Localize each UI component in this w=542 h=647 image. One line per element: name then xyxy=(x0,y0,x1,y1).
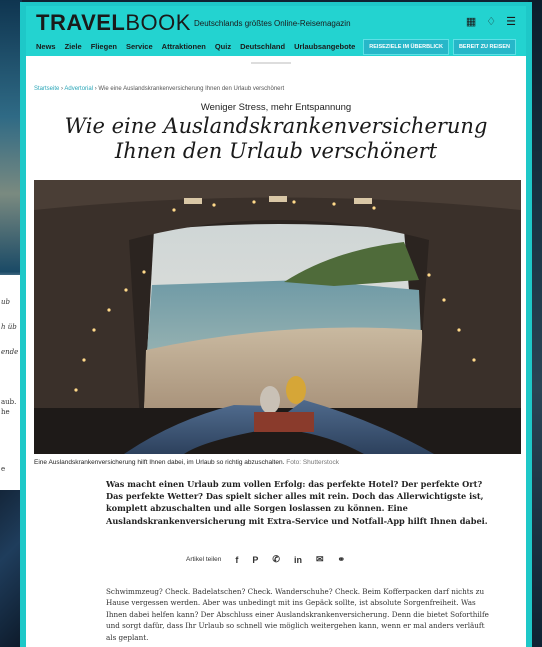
nav-item-attraktionen[interactable]: Attraktionen xyxy=(162,42,206,51)
ad-placeholder xyxy=(251,62,291,64)
email-icon[interactable]: ✉ xyxy=(316,554,324,565)
breadcrumb-current: Wie eine Auslandskrankenversicherung Ihn… xyxy=(98,86,285,92)
share-label: Artikel teilen xyxy=(186,556,222,563)
background-left-card: ub h üb ende aub. he e xyxy=(0,275,22,490)
article-page: Startseite › Advertorial › Wie eine Ausl… xyxy=(26,56,526,647)
grid-icon[interactable]: ▦ xyxy=(466,15,476,28)
bg-text-fragment: h üb xyxy=(1,323,17,331)
menu-icon[interactable]: ☰ xyxy=(506,15,516,28)
bg-text-fragment: ub xyxy=(1,298,10,306)
bg-text-fragment: he xyxy=(1,408,10,416)
article-headline: Wie eine Auslandskrankenversicherung Ihn… xyxy=(64,114,488,163)
nav-item-quiz[interactable]: Quiz xyxy=(215,42,231,51)
linkedin-icon[interactable]: in xyxy=(294,555,302,565)
nav-item-ziele[interactable]: Ziele xyxy=(65,42,82,51)
nav-item-urlaubsangebote[interactable]: Urlaubsangebote xyxy=(294,42,355,51)
nav-item-service[interactable]: Service xyxy=(126,42,153,51)
nav-item-deutschland[interactable]: Deutschland xyxy=(240,42,285,51)
pinterest-icon[interactable]: P xyxy=(252,555,258,565)
breadcrumb-section-link[interactable]: Advertorial xyxy=(64,86,93,92)
facebook-icon[interactable]: f xyxy=(235,555,238,565)
share-bar: Artikel teilen f P ✆ in ✉ ⚭ xyxy=(186,554,345,565)
bereit-zu-reisen-button[interactable]: BEREIT ZU REISEN xyxy=(452,39,516,55)
article-lead: Was macht einen Urlaub zum vollen Erfolg… xyxy=(106,479,488,526)
whatsapp-icon[interactable]: ✆ xyxy=(272,554,280,565)
site-header: TRAVELBOOK Deutschlands größtes Online-R… xyxy=(26,6,526,56)
article-body: Schwimmzeug? Check. Badelatschen? Check.… xyxy=(106,587,489,642)
background-left-dark-image xyxy=(0,490,22,647)
breadcrumb-home-link[interactable]: Startseite xyxy=(34,86,59,92)
main-nav: News Ziele Fliegen Service Attraktionen … xyxy=(36,42,355,51)
bg-text-fragment: aub. xyxy=(1,398,17,406)
breadcrumb: Startseite › Advertorial › Wie eine Ausl… xyxy=(34,86,285,92)
nav-item-news[interactable]: News xyxy=(36,42,56,51)
article-kicker: Weniger Stress, mehr Entspannung xyxy=(200,102,352,113)
header-buttons: REISEZIELE IM ÜBERBLICK BEREIT ZU REISEN xyxy=(363,39,516,55)
site-tagline: Deutschlands größtes Online-Reisemagazin xyxy=(194,19,351,28)
article-hero-image xyxy=(34,180,521,454)
header-icons: ▦ ♢ ☰ xyxy=(466,15,516,28)
image-caption: Eine Auslandskrankenversicherung hilft I… xyxy=(34,459,339,466)
reiseziele-button[interactable]: REISEZIELE IM ÜBERBLICK xyxy=(363,39,449,55)
nav-item-fliegen[interactable]: Fliegen xyxy=(91,42,117,51)
bg-text-fragment: ende xyxy=(1,348,19,356)
bell-icon[interactable]: ♢ xyxy=(486,15,496,28)
image-source: Foto: Shutterstock xyxy=(286,459,339,466)
article-window: TRAVELBOOK Deutschlands größtes Online-R… xyxy=(20,2,532,647)
copy-link-icon[interactable]: ⚭ xyxy=(338,554,346,565)
travelbook-logo[interactable]: TRAVELBOOK xyxy=(36,10,191,36)
bg-text-fragment: e xyxy=(1,465,6,473)
